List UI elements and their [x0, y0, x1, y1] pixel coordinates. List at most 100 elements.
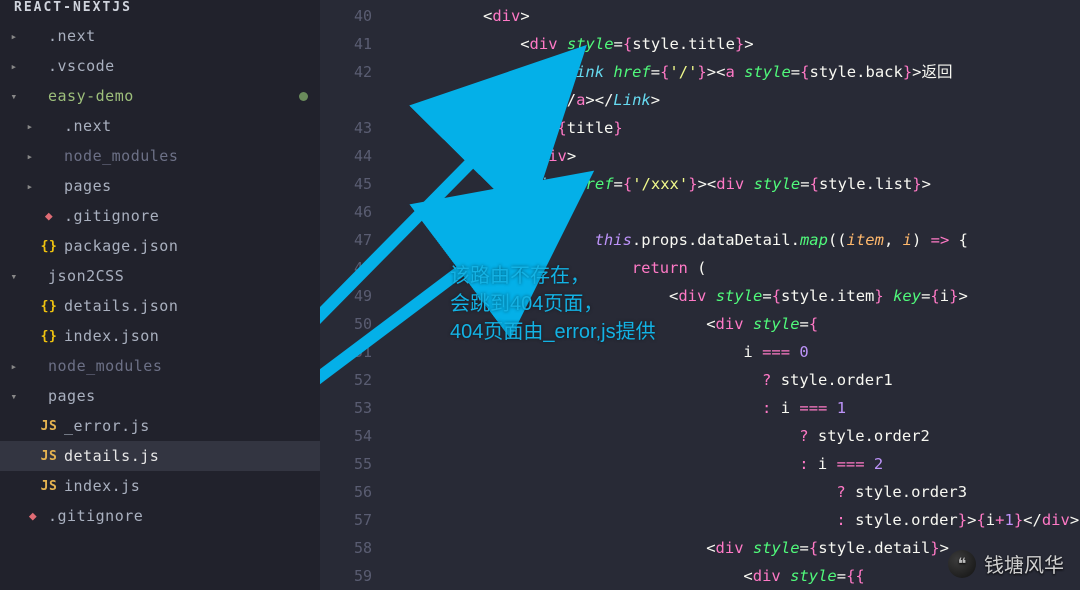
line-number: 51	[320, 338, 372, 366]
tree-item-label: .gitignore	[48, 507, 320, 525]
code-line[interactable]: : style.order}>{i+1}</div>	[390, 506, 1080, 534]
watermark-text: 钱塘风华	[984, 549, 1064, 578]
line-number: 42	[320, 58, 372, 86]
ic-js-icon: JS	[38, 419, 60, 434]
file-explorer-sidebar[interactable]: REACT-NEXTJS ▸ .next ▸ .vscode ▾ easy-demo ▸ .n…	[0, 0, 320, 590]
tree-item-label: _error.js	[64, 417, 320, 435]
line-number: 54	[320, 422, 372, 450]
ic-js-icon: JS	[38, 449, 60, 464]
tree-item-label: .vscode	[48, 57, 320, 75]
ic-json-icon: {}	[38, 329, 60, 344]
tree-item-label: .next	[64, 117, 320, 135]
tree-item--next[interactable]: ▸ .next	[0, 111, 320, 141]
code-line[interactable]: <div style={style.title}>	[390, 30, 1080, 58]
tree-item-easy-demo[interactable]: ▾ easy-demo	[0, 81, 320, 111]
expand-arrow-icon[interactable]: ▾	[6, 390, 22, 403]
tree-item-label: .next	[48, 27, 320, 45]
code-line[interactable]: return (	[390, 254, 1080, 282]
tree-item-label: pages	[64, 177, 320, 195]
tree-item-pages[interactable]: ▸ pages	[0, 171, 320, 201]
tree-item-label: details.json	[64, 297, 320, 315]
tree-item-label: pages	[48, 387, 320, 405]
line-number: 43	[320, 114, 372, 142]
expand-arrow-icon[interactable]: ▸	[22, 180, 38, 193]
expand-arrow-icon[interactable]: ▾	[6, 270, 22, 283]
tree-item-label: node_modules	[48, 357, 320, 375]
expand-arrow-icon[interactable]: ▾	[6, 90, 22, 103]
expand-arrow-icon[interactable]: ▸	[6, 60, 22, 73]
line-number: 48	[320, 254, 372, 282]
tree-item--gitignore[interactable]: ▸◆.gitignore	[0, 201, 320, 231]
expand-arrow-icon[interactable]: ▸	[22, 150, 38, 163]
line-number: 57	[320, 506, 372, 534]
line-number-gutter: 404142 4344454647484950515253545556575859…	[320, 0, 390, 590]
code-editor[interactable]: 404142 4344454647484950515253545556575859…	[320, 0, 1080, 590]
modified-dot-icon	[299, 92, 308, 101]
ic-js-icon: JS	[38, 479, 60, 494]
code-line[interactable]: ? style.order2	[390, 422, 1080, 450]
tree-item-details-js[interactable]: ▸JSdetails.js	[0, 441, 320, 471]
line-number: 47	[320, 226, 372, 254]
tree-item--gitignore[interactable]: ▸◆.gitignore	[0, 501, 320, 531]
code-line[interactable]: {	[390, 198, 1080, 226]
line-number: 55	[320, 450, 372, 478]
line-number: 49	[320, 282, 372, 310]
code-line[interactable]: <div>	[390, 2, 1080, 30]
tree-item-node-modules[interactable]: ▸ node_modules	[0, 141, 320, 171]
ic-git-icon: ◆	[22, 509, 44, 524]
tree-item-node-modules[interactable]: ▸ node_modules	[0, 351, 320, 381]
code-line[interactable]: ? style.order3	[390, 478, 1080, 506]
ic-git-icon: ◆	[38, 209, 60, 224]
tree-item--vscode[interactable]: ▸ .vscode	[0, 51, 320, 81]
expand-arrow-icon[interactable]: ▸	[6, 30, 22, 43]
line-number	[320, 86, 372, 114]
project-root-label[interactable]: REACT-NEXTJS	[0, 0, 320, 21]
code-line[interactable]: </div>	[390, 142, 1080, 170]
line-number: 52	[320, 366, 372, 394]
code-line[interactable]: <div style={style.item} key={i}>	[390, 282, 1080, 310]
code-line[interactable]: <Link href={'/'}><a style={style.back}>返…	[390, 58, 1080, 86]
code-content[interactable]: <div><div style={style.title}><Link href…	[390, 0, 1080, 590]
code-line[interactable]: {title}	[390, 114, 1080, 142]
code-line[interactable]: </a></Link>	[390, 86, 1080, 114]
code-line[interactable]: <Link href={'/xxx'}><div style={style.li…	[390, 170, 1080, 198]
tree-item-label: json2CSS	[48, 267, 320, 285]
line-number: 44	[320, 142, 372, 170]
line-number: 50	[320, 310, 372, 338]
tree-item-label: details.js	[64, 447, 320, 465]
expand-arrow-icon[interactable]: ▸	[6, 360, 22, 373]
line-number: 45	[320, 170, 372, 198]
code-line[interactable]: ? style.order1	[390, 366, 1080, 394]
line-number: 40	[320, 2, 372, 30]
tree-item-label: node_modules	[64, 147, 320, 165]
tree-item-label: .gitignore	[64, 207, 320, 225]
line-number: 53	[320, 394, 372, 422]
line-number: 46	[320, 198, 372, 226]
tree-item-index-json[interactable]: ▸{}index.json	[0, 321, 320, 351]
tree-item-index-js[interactable]: ▸JSindex.js	[0, 471, 320, 501]
tree-item-label: package.json	[64, 237, 320, 255]
expand-arrow-icon[interactable]: ▸	[22, 120, 38, 133]
tree-item-json2css[interactable]: ▾ json2CSS	[0, 261, 320, 291]
line-number: 58	[320, 534, 372, 562]
code-line[interactable]: : i === 1	[390, 394, 1080, 422]
tree-item-label: index.js	[64, 477, 320, 495]
ic-json-icon: {}	[38, 299, 60, 314]
file-tree[interactable]: ▸ .next ▸ .vscode ▾ easy-demo ▸ .next ▸ node_modu…	[0, 21, 320, 590]
tree-item-label: index.json	[64, 327, 320, 345]
wechat-icon: ❝	[948, 550, 976, 578]
code-line[interactable]: this.props.dataDetail.map((item, i) => {	[390, 226, 1080, 254]
line-number: 56	[320, 478, 372, 506]
tree-item-package-json[interactable]: ▸{}package.json	[0, 231, 320, 261]
code-line[interactable]: <div style={	[390, 310, 1080, 338]
tree-item-label: easy-demo	[48, 87, 299, 105]
line-number: 59	[320, 562, 372, 590]
tree-item-details-json[interactable]: ▸{}details.json	[0, 291, 320, 321]
tree-item--error-js[interactable]: ▸JS_error.js	[0, 411, 320, 441]
code-line[interactable]: i === 0	[390, 338, 1080, 366]
watermark-badge: ❝ 钱塘风华	[948, 549, 1064, 578]
tree-item--next[interactable]: ▸ .next	[0, 21, 320, 51]
tree-item-pages[interactable]: ▾ pages	[0, 381, 320, 411]
code-line[interactable]: : i === 2	[390, 450, 1080, 478]
line-number: 41	[320, 30, 372, 58]
